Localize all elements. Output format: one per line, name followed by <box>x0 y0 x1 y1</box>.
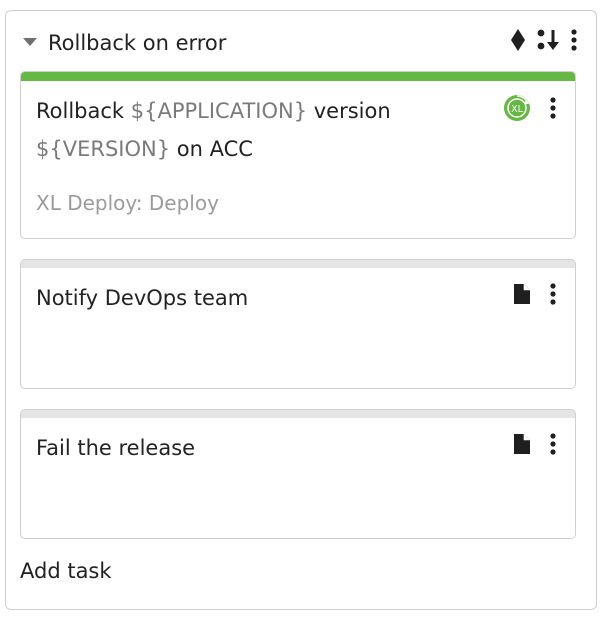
task-actions: XL <box>503 94 557 126</box>
task-status-bar <box>21 260 575 268</box>
task-actions <box>513 282 557 310</box>
task-card-notify[interactable]: Notify DevOps team <box>20 259 576 389</box>
task-title: Notify DevOps team <box>36 286 249 310</box>
more-vertical-icon[interactable] <box>549 282 557 310</box>
more-vertical-icon[interactable] <box>549 96 557 124</box>
task-title-text: on ACC <box>170 137 253 161</box>
task-title: Fail the release <box>36 436 196 460</box>
add-task-link[interactable]: Add task <box>20 557 112 585</box>
more-vertical-icon[interactable] <box>549 432 557 460</box>
xl-deploy-icon-label: XL <box>511 104 524 115</box>
task-title-text: Rollback <box>36 99 131 123</box>
task-title: Rollback ${APPLICATION} version ${VERSIO… <box>36 92 476 168</box>
task-status-bar <box>21 410 575 418</box>
document-icon <box>513 433 531 459</box>
group-header-actions <box>510 27 578 57</box>
sort-icon[interactable] <box>536 28 560 56</box>
document-icon <box>513 283 531 309</box>
task-title-variable: ${VERSION} <box>36 137 171 161</box>
xl-deploy-icon: XL <box>503 94 531 126</box>
task-type-label: XL Deploy: Deploy <box>36 191 219 215</box>
task-title-variable: ${APPLICATION} <box>130 99 308 123</box>
task-card-rollback[interactable]: Rollback ${APPLICATION} version ${VERSIO… <box>20 71 576 239</box>
more-vertical-icon[interactable] <box>570 28 578 56</box>
task-group: Rollback on error Rollback ${APPLICATION… <box>5 10 597 610</box>
task-card-fail[interactable]: Fail the release <box>20 409 576 539</box>
task-status-bar <box>21 72 575 81</box>
group-header: Rollback on error <box>6 11 596 73</box>
group-title: Rollback on error <box>48 31 227 55</box>
task-actions <box>513 432 557 460</box>
task-title-text: version <box>307 99 391 123</box>
diamond-icon[interactable] <box>510 28 526 56</box>
collapse-caret-icon[interactable] <box>23 38 37 46</box>
